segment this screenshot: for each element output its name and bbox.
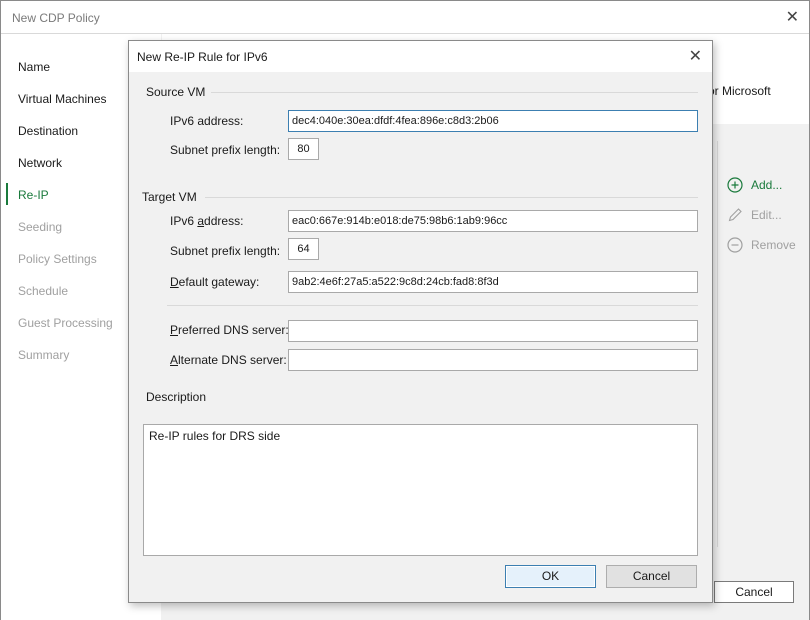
ok-button[interactable]: OK bbox=[505, 565, 596, 588]
step-schedule: Schedule bbox=[18, 284, 69, 298]
description-textarea[interactable]: Re-IP rules for DRS side bbox=[143, 424, 698, 556]
remove-rule-label: Remove bbox=[751, 238, 796, 252]
edit-rule-label: Edit... bbox=[751, 208, 782, 222]
add-rule-label: Add... bbox=[751, 178, 783, 192]
alternate-dns-label: Alternate DNS server: bbox=[170, 353, 287, 367]
dns-divider bbox=[167, 305, 698, 306]
plus-circle-icon bbox=[727, 177, 743, 193]
source-ipv6-input[interactable]: dec4:040e:30ea:dfdf:4fea:896e:c8d3:2b06 bbox=[288, 110, 698, 132]
target-prefix-label: Subnet prefix length: bbox=[170, 244, 281, 258]
cancel-button[interactable]: Cancel bbox=[606, 565, 697, 588]
default-gateway-label: Default gateway: bbox=[170, 275, 260, 289]
dialog-close-icon[interactable]: ✕ bbox=[689, 46, 702, 66]
target-ipv6-input[interactable]: eac0:667e:914b:e018:de75:98b6:1ab9:96cc bbox=[288, 210, 698, 232]
default-gateway-input[interactable]: 9ab2:4e6f:27a5:a522:9c8d:24cb:fad8:8f3d bbox=[288, 271, 698, 293]
rules-list-border bbox=[717, 141, 718, 547]
dialog-title: New Re-IP Rule for IPv6 bbox=[137, 50, 268, 64]
target-vm-group-label: Target VM bbox=[142, 190, 197, 204]
source-prefix-stepper[interactable]: 80 bbox=[288, 138, 319, 160]
source-ipv6-label: IPv6 address: bbox=[170, 114, 244, 128]
wizard-cancel-button[interactable]: Cancel bbox=[714, 581, 794, 603]
header-description-text: or Microsoft bbox=[708, 84, 771, 98]
dialog-titlebar: New Re-IP Rule for IPv6 ✕ bbox=[129, 41, 712, 72]
target-ipv6-label: IPv6 address: bbox=[170, 214, 244, 228]
description-group-label: Description bbox=[146, 390, 207, 404]
step-re-ip[interactable]: Re-IP bbox=[18, 188, 49, 202]
add-rule-button[interactable]: Add... bbox=[727, 177, 782, 193]
remove-rule-button: Remove bbox=[727, 237, 796, 253]
target-prefix-stepper[interactable]: 64 bbox=[288, 238, 319, 260]
step-network[interactable]: Network bbox=[18, 156, 62, 170]
main-titlebar: New CDP Policy ✕ bbox=[1, 1, 809, 33]
source-prefix-label: Subnet prefix length: bbox=[170, 143, 281, 157]
step-policy-settings: Policy Settings bbox=[18, 252, 97, 266]
source-vm-divider bbox=[211, 92, 698, 93]
step-summary: Summary bbox=[18, 348, 70, 362]
step-virtual-machines[interactable]: Virtual Machines bbox=[18, 92, 107, 106]
window-title: New CDP Policy bbox=[12, 11, 100, 25]
step-destination[interactable]: Destination bbox=[18, 124, 78, 138]
pencil-icon bbox=[728, 208, 742, 222]
source-vm-group-label: Source VM bbox=[146, 85, 206, 99]
main-close-icon[interactable]: ✕ bbox=[786, 7, 799, 27]
minus-circle-icon bbox=[727, 237, 743, 253]
step-guest-processing: Guest Processing bbox=[18, 316, 113, 330]
active-step-marker bbox=[6, 183, 8, 205]
target-vm-divider bbox=[205, 197, 698, 198]
edit-rule-button: Edit... bbox=[727, 207, 782, 223]
step-name[interactable]: Name bbox=[18, 60, 50, 74]
new-re-ip-rule-dialog: New Re-IP Rule for IPv6 ✕ Source VM IPv6… bbox=[128, 40, 713, 603]
preferred-dns-input[interactable] bbox=[288, 320, 698, 342]
step-seeding: Seeding bbox=[18, 220, 63, 234]
alternate-dns-input[interactable] bbox=[288, 349, 698, 371]
preferred-dns-label: Preferred DNS server: bbox=[170, 323, 289, 337]
